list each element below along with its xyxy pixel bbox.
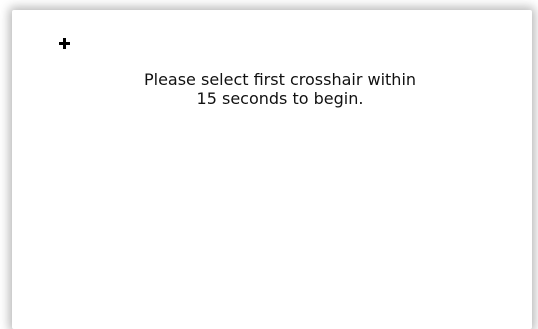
calibration-window: Please select first crosshair within 15 … [12, 10, 532, 329]
instruction-line-2: 15 seconds to begin. [196, 89, 364, 108]
crosshair-icon[interactable] [59, 38, 70, 49]
screen: Please select first crosshair within 15 … [0, 0, 538, 329]
instruction-message: Please select first crosshair within 15 … [72, 70, 488, 108]
instruction-line-1: Please select first crosshair within [143, 70, 417, 89]
